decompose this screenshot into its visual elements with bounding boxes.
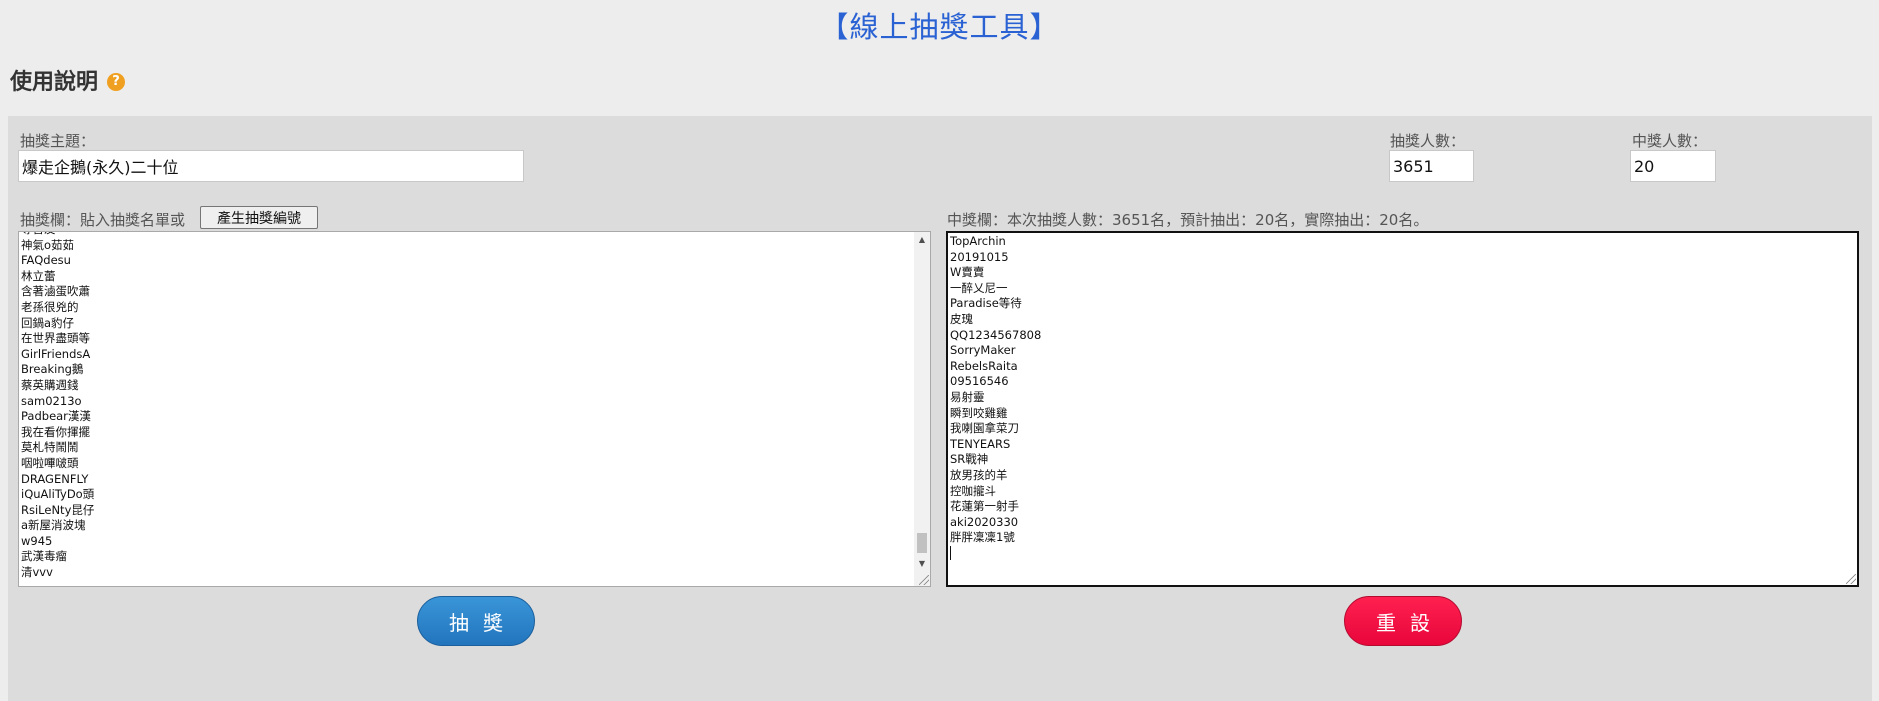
list-item: w945: [21, 533, 53, 548]
instructions-heading[interactable]: 使用說明 ?: [10, 64, 126, 96]
list-item: 一醉乂尼一: [950, 280, 1008, 295]
list-item: iQuAliTyDo頭: [21, 487, 95, 502]
list-item: 放男孩的羊: [950, 467, 1008, 482]
list-item: RsiLeNty昆仔: [21, 502, 95, 517]
list-item: Padbear漢漢: [21, 409, 91, 424]
help-circle-icon[interactable]: ?: [107, 73, 126, 91]
list-item: GirlFriendsA: [21, 346, 91, 361]
list-item: 蔡英購週錢: [21, 377, 79, 392]
list-item: 控咖攏斗: [950, 483, 996, 498]
resize-grip-icon[interactable]: [919, 575, 929, 585]
list-item: TopArchin: [950, 234, 1006, 248]
list-item: 09516546: [950, 374, 1009, 389]
list-item: TENYEARS: [950, 436, 1011, 451]
list-item: 莫札特鬧鬧: [21, 440, 79, 455]
list-item: Breaking鵝: [21, 362, 84, 377]
draw-button[interactable]: 抽獎: [417, 596, 535, 646]
list-item: QQ1234567808: [950, 327, 1042, 342]
winners-input[interactable]: [1630, 150, 1716, 182]
list-item: 花蓮第一射手: [950, 499, 1019, 514]
list-item: 含著滷蛋吹蕭: [21, 284, 90, 299]
scroll-down-icon[interactable]: ▼: [914, 556, 930, 572]
list-item: DRAGENFLY: [21, 471, 89, 486]
list-item: 專哲友: [21, 232, 930, 238]
scroll-thumb[interactable]: [917, 533, 927, 553]
participants-label: 抽獎人數：: [1390, 132, 1466, 150]
reset-button[interactable]: 重設: [1344, 596, 1462, 646]
list-item: 武漢毒瘤: [21, 549, 67, 564]
list-item: 皮瑰: [950, 311, 973, 326]
generate-numbers-button[interactable]: 產生抽獎編號: [200, 206, 318, 229]
topic-label: 抽獎主題：: [20, 132, 96, 150]
list-item: 我喇園拿菜刀: [950, 421, 1019, 436]
list-item: 咽啦嗶啵頭: [21, 455, 79, 470]
page-title: 【線上抽獎工具】: [819, 10, 1060, 44]
list-item: 老孫很兇的: [21, 299, 79, 314]
list-item: a新屋消波塊: [21, 518, 86, 533]
list-item: SR戰神: [950, 452, 989, 467]
winner-list-label: 中獎欄：本次抽獎人數：3651名，預計抽出：20名，實際抽出：20名。: [947, 211, 1429, 229]
list-item: aki2020330: [950, 514, 1019, 529]
list-item: 易射靈: [950, 389, 985, 404]
entry-list-label: 抽獎欄：貼入抽獎名單或: [20, 211, 186, 229]
entry-list: 專哲友神氣o茹茹FAQdesu林立蕾含著滷蛋吹蕭老孫很兇的回鍋a豹仔在世界盡頭等…: [19, 232, 930, 581]
list-item: sam0213o: [21, 393, 82, 408]
text-caret: [950, 545, 1857, 565]
topic-input[interactable]: [18, 150, 524, 182]
instructions-title: 使用說明: [10, 70, 99, 95]
list-item: 我在看你揮擺: [21, 424, 90, 439]
list-item: 20191015: [950, 249, 1009, 264]
list-item: RebelsRaita: [950, 358, 1018, 373]
list-item: FAQdesu: [21, 253, 71, 268]
list-item: 回鍋a豹仔: [21, 315, 75, 330]
list-item: 清vvv: [21, 565, 53, 580]
entry-list-textarea[interactable]: 專哲友神氣o茹茹FAQdesu林立蕾含著滷蛋吹蕭老孫很兇的回鍋a豹仔在世界盡頭等…: [18, 231, 931, 587]
winner-list: TopArchin 20191015 W賣賣 一醉乂尼一 Paradise等待 皮瑰 QQ1…: [948, 233, 1857, 564]
list-item: SorryMaker: [950, 343, 1016, 358]
scroll-up-icon[interactable]: ▲: [914, 232, 930, 248]
participants-input[interactable]: [1389, 150, 1474, 182]
list-item: W賣賣: [950, 265, 985, 280]
entry-list-scrollbar[interactable]: ▲ ▼: [914, 232, 930, 586]
list-item: 神氣o茹茹: [21, 237, 75, 252]
list-item: 林立蕾: [21, 268, 56, 283]
list-item: 在世界盡頭等: [21, 331, 90, 346]
winners-label: 中獎人數：: [1632, 132, 1708, 150]
resize-grip-icon[interactable]: [1846, 574, 1856, 584]
list-item: Paradise等待: [950, 296, 1022, 311]
list-item: 瞬到咬雞雞: [950, 405, 1008, 420]
winner-list-textarea[interactable]: TopArchin 20191015 W賣賣 一醉乂尼一 Paradise等待 皮瑰 QQ1…: [946, 231, 1859, 587]
lottery-panel: 抽獎主題： 抽獎人數： 中獎人數： 抽獎欄：貼入抽獎名單或 產生抽獎編號 中獎欄…: [8, 116, 1872, 701]
list-item: 胖胖凜凜1號: [950, 530, 1015, 545]
